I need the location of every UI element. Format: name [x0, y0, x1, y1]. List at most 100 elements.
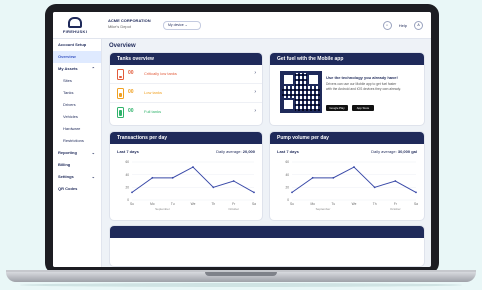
- tanks-card-title: Tanks overview: [110, 53, 262, 65]
- x-tick-label: Th: [211, 202, 215, 206]
- sidebar-item-qr-codes[interactable]: QR Codes: [53, 183, 101, 195]
- qr-finder: [282, 73, 295, 86]
- device-selector[interactable]: My device ⌄: [163, 21, 201, 30]
- sidebar-item-label: Sites: [63, 78, 72, 83]
- data-point: [131, 191, 133, 194]
- tank-level-fill: [119, 110, 122, 116]
- x-tick-label: Fr: [394, 202, 398, 206]
- chevron-right-icon[interactable]: ›: [254, 69, 256, 78]
- tank-count: 00: [128, 108, 134, 114]
- sidebar-item-reporting[interactable]: Reporting ⌄: [53, 147, 101, 159]
- tank-icon: [117, 69, 124, 80]
- laptop-notch: [205, 272, 277, 276]
- sidebar-item-billing[interactable]: Billing: [53, 159, 101, 171]
- sidebar-item-vehicles[interactable]: Vehicles: [53, 111, 101, 123]
- x-tick-label: Th: [373, 202, 377, 206]
- help-link[interactable]: Help: [399, 23, 407, 28]
- device-selector-label: My device: [168, 23, 184, 27]
- pump-average-label: Daily average:: [371, 149, 397, 154]
- data-point: [394, 180, 397, 182]
- data-point: [171, 176, 174, 179]
- transactions-average-value: 20,000: [242, 149, 255, 154]
- qr-finder: [282, 98, 295, 111]
- sidebar-item-settings[interactable]: Settings ⌄: [53, 171, 101, 183]
- sidebar-item-label: Account Setup: [58, 42, 87, 47]
- data-point: [151, 176, 154, 179]
- y-tick-label: 0: [287, 198, 289, 202]
- pump-volume-line-chart: 60 40 20 0Su Mo Tu We Th Fr Sa September October: [285, 160, 418, 211]
- sidebar-item-restrictions[interactable]: Restrictions: [53, 135, 101, 147]
- mobile-description: Drivers can use our Mobile app to get fu…: [326, 82, 401, 91]
- data-point: [353, 166, 355, 168]
- mobile-headline: Use the technology you already have!: [326, 75, 398, 80]
- series-line: [291, 166, 417, 193]
- logo-text: FIREHUSKI: [62, 29, 88, 34]
- x-tick-label: We: [352, 202, 357, 206]
- transactions-card: Transactions per day Last 7 days Daily a…: [109, 131, 263, 221]
- sidebar-item-sites[interactable]: Sites: [53, 75, 101, 87]
- tank-level-fill: [119, 93, 122, 97]
- x-tick-label: Mo: [150, 202, 155, 206]
- google-play-button[interactable]: Google Play: [326, 105, 348, 111]
- pump-period: Last 7 days: [277, 149, 299, 154]
- x-tick-label: Mo: [310, 202, 315, 206]
- transactions-average: Daily average: 20,000: [216, 149, 255, 154]
- y-tick-label: 60: [125, 160, 129, 164]
- tank-icon: [117, 88, 124, 99]
- tank-status-row[interactable]: 00 Low tanks ›: [110, 84, 262, 103]
- chevron-right-icon[interactable]: ›: [254, 88, 256, 97]
- sidebar-item-account-setup[interactable]: Account Setup: [53, 39, 101, 51]
- additional-card: [109, 225, 425, 267]
- x-axis-label: October: [390, 207, 401, 211]
- avatar[interactable]: A: [414, 21, 423, 30]
- x-tick-label: Su: [290, 202, 294, 206]
- sidebar-item-drivers[interactable]: Drivers: [53, 99, 101, 111]
- x-tick-label: Fr: [232, 202, 236, 206]
- data-point: [311, 176, 314, 179]
- x-tick-label: We: [191, 202, 196, 206]
- sidebar-item-tanks[interactable]: Tanks: [53, 87, 101, 99]
- tank-count: 00: [128, 70, 134, 76]
- app-store-button[interactable]: App Store: [352, 105, 374, 111]
- y-tick-label: 20: [125, 186, 129, 190]
- page-title: Overview: [109, 43, 136, 49]
- pump-average: Daily average: 30,000 gal: [371, 149, 417, 154]
- x-axis-label: October: [228, 207, 239, 211]
- sidebar-item-overview[interactable]: Overview: [53, 51, 101, 63]
- app-screen: FIREHUSKI ACME CORPORATION Mike's Depot …: [53, 12, 431, 267]
- data-point: [253, 191, 255, 194]
- tank-status-row[interactable]: 00 Critically low tanks ›: [110, 65, 262, 84]
- x-tick-label: Su: [130, 202, 134, 206]
- logo-mark-icon: [68, 17, 82, 28]
- tank-icon: [117, 107, 124, 118]
- chevron-icon: ⌄: [91, 150, 95, 155]
- series-line: [131, 166, 255, 193]
- chevron-right-icon[interactable]: ›: [254, 107, 256, 116]
- mobile-card-title: Get fuel with the Mobile app: [270, 53, 424, 65]
- sidebar-item-my-assets[interactable]: My Assets ⌃: [53, 63, 101, 75]
- transactions-line-chart: 60 40 20 0Su Mo Tu We Th Fr Sa September October: [125, 160, 256, 211]
- x-axis-label: September: [155, 207, 170, 211]
- data-point: [291, 191, 293, 194]
- tank-status-row[interactable]: 00 Full tanks ›: [110, 103, 262, 121]
- sidebar-item-label: My Assets: [58, 66, 78, 71]
- chevron-icon: ⌄: [91, 174, 95, 179]
- sidebar-item-label: Tanks: [63, 90, 74, 95]
- tank-label: Low tanks: [144, 90, 163, 95]
- pump-average-value: 30,000 gal: [397, 149, 417, 154]
- top-actions: ⌕ Help A: [382, 21, 423, 30]
- y-tick-label: 0: [127, 198, 129, 202]
- mobile-app-card: Get fuel with the Mobile app Use the tec…: [269, 52, 425, 126]
- data-point: [212, 186, 215, 189]
- pump-volume-card: Pump volume per day Last 7 days Daily av…: [269, 131, 425, 221]
- brand-logo[interactable]: FIREHUSKI: [60, 17, 90, 34]
- data-point: [332, 176, 335, 179]
- sidebar-item-label: Reporting: [58, 150, 77, 155]
- y-tick-label: 20: [285, 186, 289, 190]
- tank-label: Critically low tanks: [144, 71, 177, 76]
- sidebar-item-label: Settings: [58, 174, 74, 179]
- sidebar-item-hardware[interactable]: Hardware: [53, 123, 101, 135]
- data-point: [192, 166, 194, 168]
- search-icon[interactable]: ⌕: [382, 21, 392, 30]
- x-axis-label: September: [316, 207, 331, 211]
